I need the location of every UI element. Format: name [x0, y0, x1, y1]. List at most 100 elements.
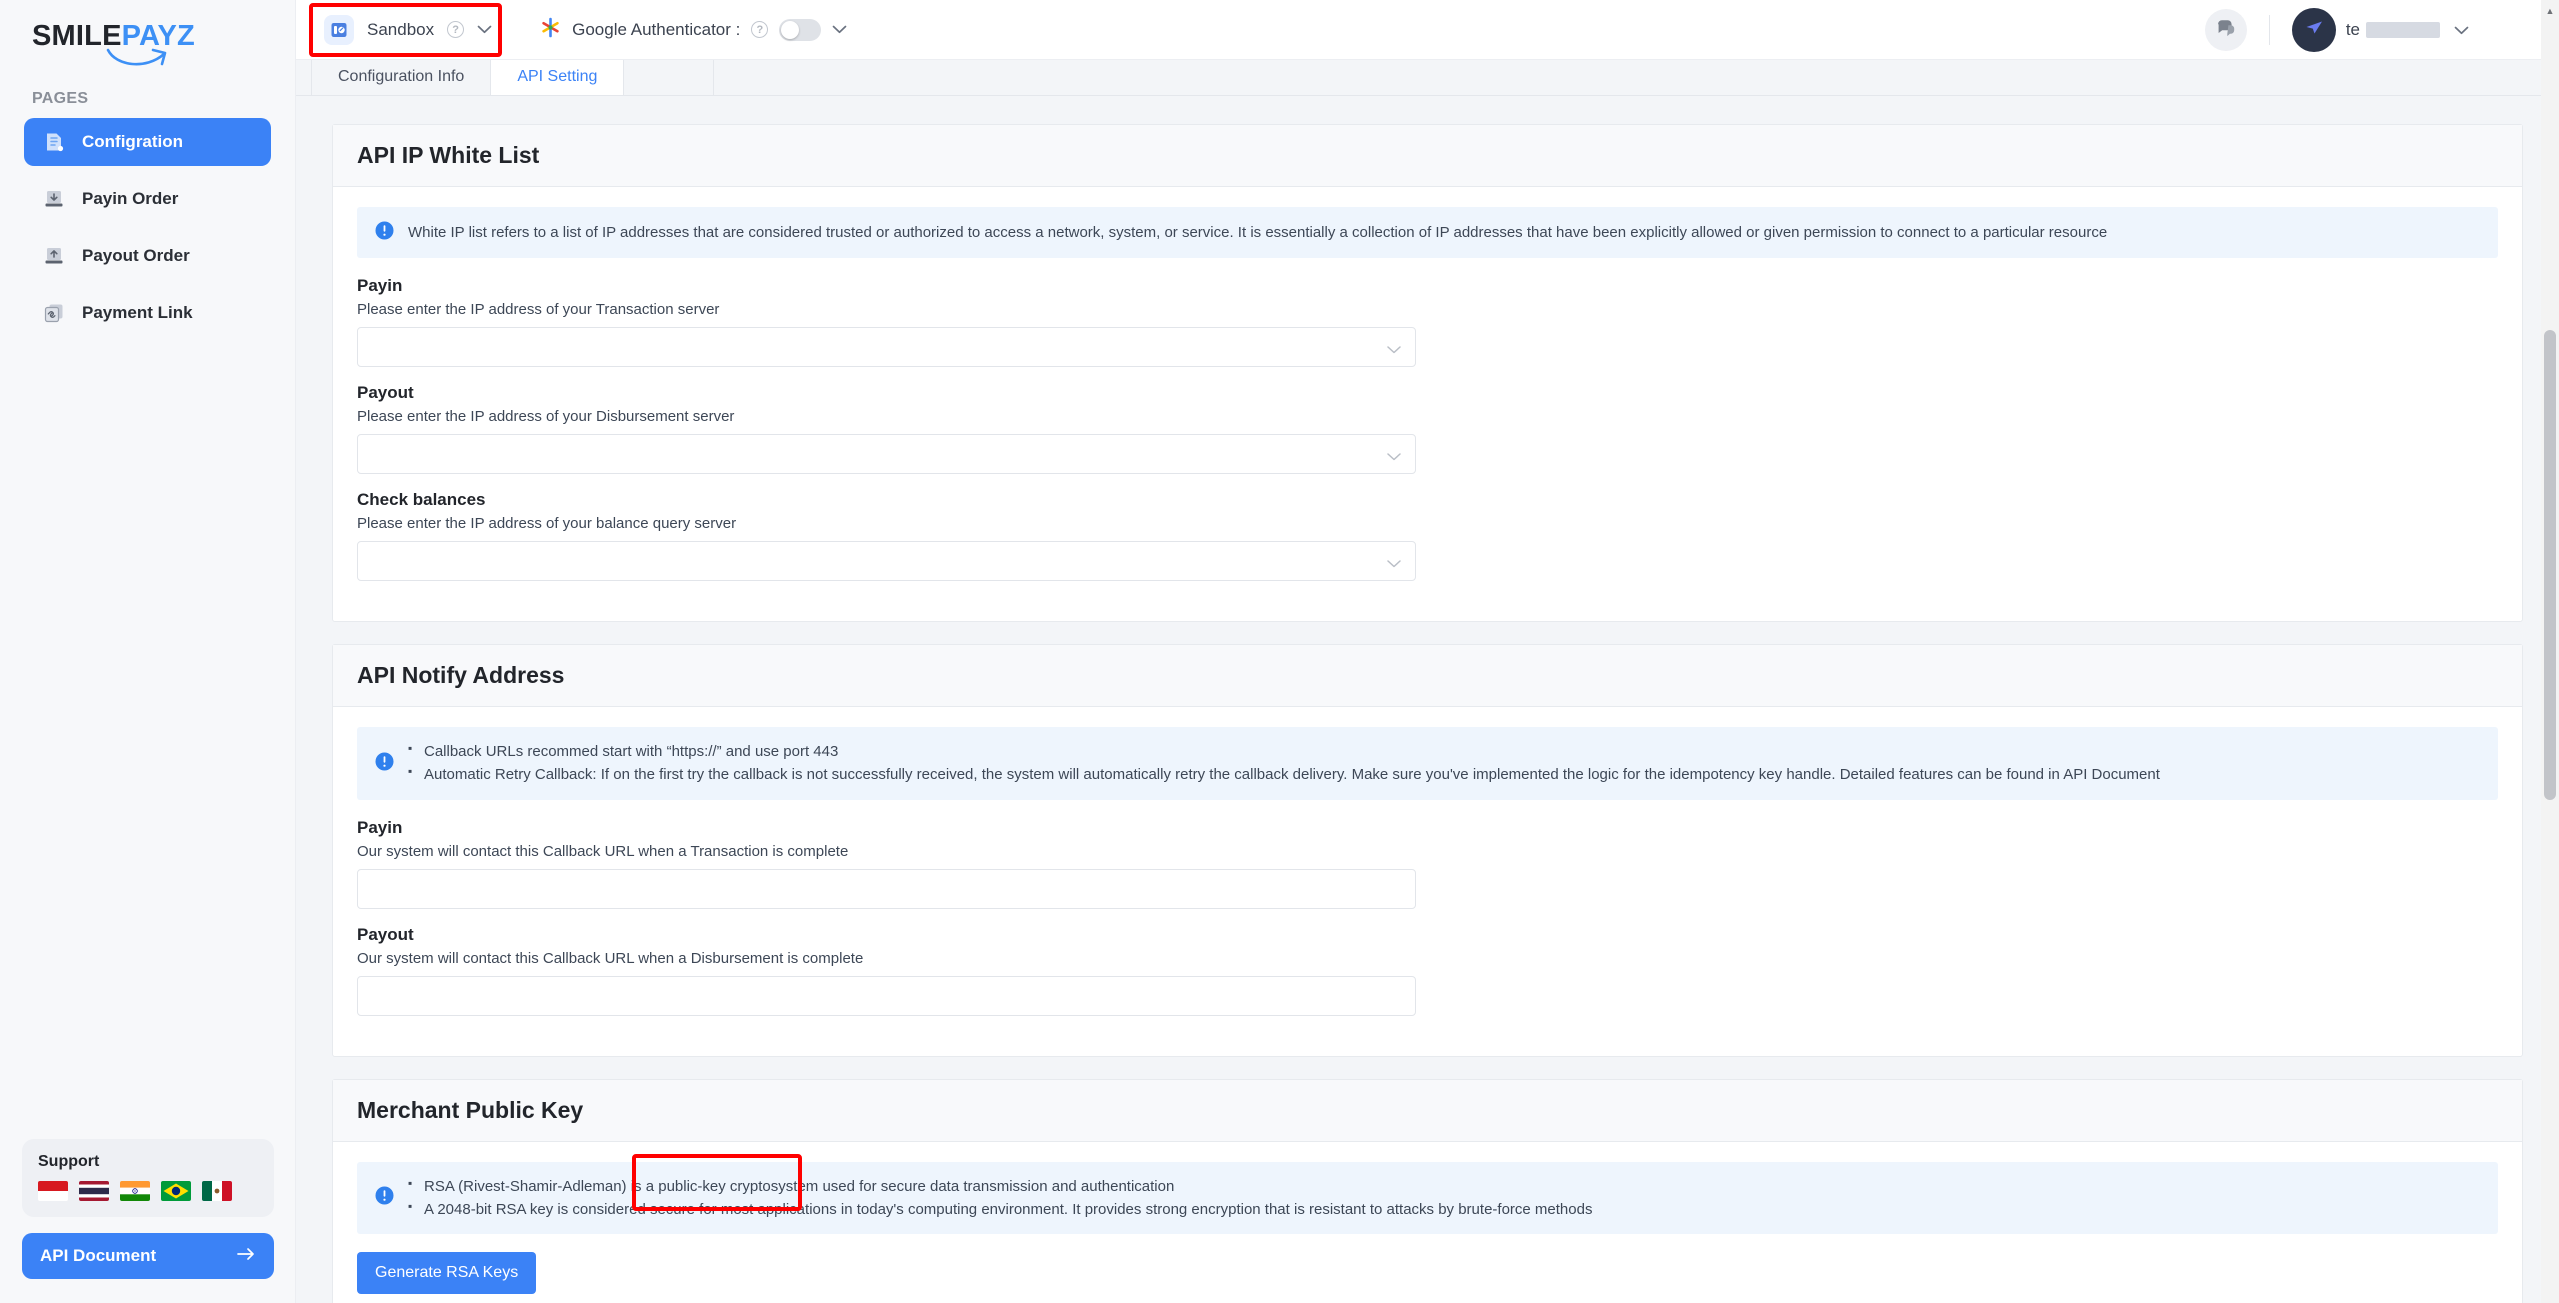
field-hint: Please enter the IP address of your Disb…	[357, 408, 735, 425]
configuration-icon	[42, 130, 66, 154]
chevron-down-icon	[1387, 555, 1401, 572]
card-header: Merchant Public Key	[333, 1079, 2522, 1142]
environment-icon	[324, 14, 354, 45]
environment-selector[interactable]: Sandbox ?	[314, 10, 506, 50]
tab-label: API Setting	[517, 68, 598, 85]
user-name-redacted	[2366, 21, 2440, 38]
app-root: SMILEPAYZ PAGES Configration Payin Order…	[0, 0, 2559, 1303]
chevron-down-icon	[1387, 448, 1401, 465]
flag-mexico[interactable]	[202, 1181, 232, 1201]
field-label: Payin	[357, 276, 403, 295]
field-label: Payin	[357, 817, 403, 837]
card-api-notify-address: API Notify Address Callback URLs recomme…	[332, 644, 2523, 1057]
toggle-knob	[781, 20, 800, 39]
payin-ip-input[interactable]	[357, 327, 1416, 367]
card-api-ip-white-list: API IP White List White IP list refers t…	[332, 124, 2523, 622]
payout-order-icon	[42, 244, 66, 268]
section-title: API Notify Address	[357, 662, 565, 688]
arrow-right-icon	[236, 1246, 256, 1266]
field-payin-callback: Payin Our system will contact this Callb…	[357, 818, 2498, 909]
field-hint: Please enter the IP address of your bala…	[357, 515, 737, 532]
environment-help-icon[interactable]: ?	[447, 21, 465, 38]
google-authenticator-toggle[interactable]	[779, 18, 822, 41]
info-icon	[375, 221, 394, 245]
tab-bar: Configuration Info API Setting	[296, 59, 2559, 96]
topbar-right: te	[2204, 7, 2541, 52]
sidebar-item-label: Payin Order	[82, 189, 179, 208]
section-title: API IP White List	[357, 142, 540, 168]
field-label: Payout	[357, 383, 414, 402]
card-merchant-public-key: Merchant Public Key RSA (Rivest-Shamir-A…	[332, 1078, 2523, 1303]
page-scrollbar[interactable]: ▲	[2541, 0, 2559, 1303]
generate-rsa-keys-button[interactable]: Generate RSA Keys	[357, 1252, 537, 1294]
field-label: Payout	[357, 924, 414, 944]
divider	[2268, 14, 2270, 45]
chevron-down-icon	[1387, 341, 1401, 358]
check-balances-ip-input[interactable]	[357, 541, 1416, 581]
environment-label: Sandbox	[367, 19, 435, 39]
field-check-balances-ip: Check balances Please enter the IP addre…	[357, 490, 2498, 581]
info-banner: Callback URLs recommed start with “https…	[357, 727, 2498, 800]
info-banner: White IP list refers to a list of IP add…	[357, 207, 2498, 258]
chevron-down-icon[interactable]	[832, 21, 847, 39]
google-authenticator-control[interactable]: Google Authenticator : ?	[540, 17, 847, 43]
avatar[interactable]	[2291, 7, 2336, 52]
info-icon	[375, 1186, 394, 1210]
field-payin-ip: Payin Please enter the IP address of you…	[357, 276, 2498, 367]
sidebar-item-payout-order[interactable]: Payout Order	[24, 232, 271, 280]
support-panel: Support	[22, 1139, 274, 1217]
main-area: Sandbox ? Google Authenticator : ? te Co…	[296, 0, 2559, 1303]
scrollbar-thumb[interactable]	[2544, 330, 2556, 800]
info-bullet-list: Callback URLs recommed start with “https…	[408, 739, 2160, 787]
field-payout-ip: Payout Please enter the IP address of yo…	[357, 383, 2498, 474]
paper-plane-icon	[2302, 15, 2326, 44]
info-banner: RSA (Rivest-Shamir-Adleman) is a public-…	[357, 1161, 2498, 1234]
support-flags	[38, 1181, 258, 1201]
payin-order-icon	[42, 187, 66, 211]
info-bullet: Callback URLs recommed start with “https…	[408, 739, 2160, 763]
flag-indonesia[interactable]	[38, 1181, 68, 1201]
field-hint: Please enter the IP address of your Tran…	[357, 301, 720, 318]
scroll-up-arrow-icon[interactable]: ▲	[2541, 2, 2559, 20]
flag-thailand[interactable]	[79, 1181, 109, 1201]
payout-ip-input[interactable]	[357, 434, 1416, 474]
api-document-label: API Document	[40, 1246, 157, 1265]
google-icon	[540, 17, 561, 43]
chat-bubble-icon	[2215, 16, 2237, 43]
brand-logo[interactable]: SMILEPAYZ	[0, 0, 295, 78]
field-hint: Our system will contact this Callback UR…	[357, 842, 849, 860]
sidebar-item-payin-order[interactable]: Payin Order	[24, 175, 271, 223]
sidebar-item-label: Payment Link	[82, 303, 193, 322]
chevron-down-icon	[477, 21, 492, 39]
sidebar-item-configuration[interactable]: Configration	[24, 118, 271, 166]
tab-api-setting[interactable]: API Setting	[491, 59, 625, 95]
sidebar-item-payment-link[interactable]: Payment Link	[24, 289, 271, 337]
info-icon	[375, 752, 394, 776]
chat-button[interactable]	[2204, 8, 2247, 51]
card-body: RSA (Rivest-Shamir-Adleman) is a public-…	[333, 1142, 2522, 1303]
field-label: Check balances	[357, 490, 486, 509]
content-scroll-area[interactable]: API IP White List White IP list refers t…	[296, 96, 2559, 1303]
google-authenticator-label: Google Authenticator :	[572, 19, 741, 39]
sidebar-section-label: PAGES	[32, 90, 89, 107]
user-menu[interactable]: te	[2346, 20, 2469, 40]
sidebar: SMILEPAYZ PAGES Configration Payin Order…	[0, 0, 296, 1303]
sidebar-item-label: Payout Order	[82, 246, 190, 265]
card-header: API IP White List	[333, 125, 2522, 187]
flag-brazil[interactable]	[161, 1181, 191, 1201]
topbar: Sandbox ? Google Authenticator : ? te	[296, 0, 2559, 60]
payin-callback-input[interactable]	[357, 868, 1416, 909]
field-payout-callback: Payout Our system will contact this Call…	[357, 925, 2498, 1016]
tab-configuration-info[interactable]: Configuration Info	[311, 59, 492, 95]
payout-callback-input[interactable]	[357, 975, 1416, 1016]
info-bullet: A 2048-bit RSA key is considered secure …	[408, 1197, 1592, 1221]
chevron-down-icon	[2454, 20, 2469, 40]
flag-india[interactable]	[120, 1181, 150, 1201]
logo-swoosh-icon	[106, 44, 172, 75]
google-authenticator-help-icon[interactable]: ?	[751, 21, 769, 38]
api-document-button[interactable]: API Document	[22, 1233, 274, 1279]
support-title: Support	[38, 1153, 100, 1170]
card-header: API Notify Address	[333, 645, 2522, 707]
card-body: Callback URLs recommed start with “https…	[333, 707, 2522, 1056]
tab-label: Configuration Info	[338, 68, 465, 85]
